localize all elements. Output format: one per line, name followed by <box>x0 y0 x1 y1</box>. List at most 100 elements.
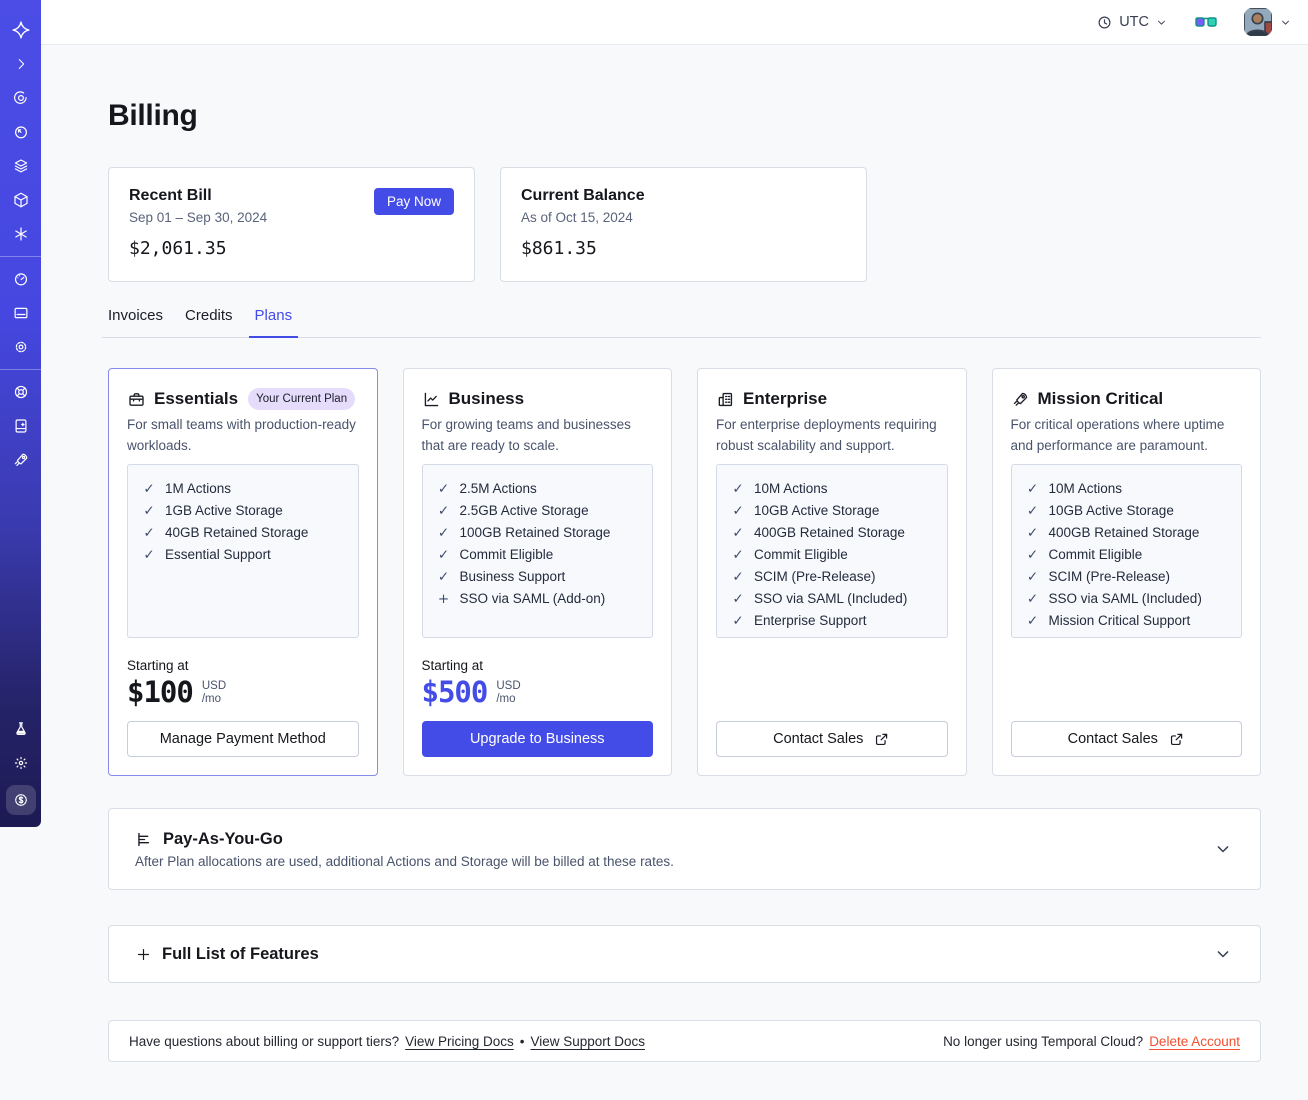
billing-dollar-icon[interactable] <box>5 785 36 815</box>
payg-accordion[interactable]: Pay-As-You-Go After Plan allocations are… <box>108 808 1261 890</box>
full-features-accordion[interactable]: Full List of Features <box>108 925 1261 983</box>
plan-feature: ✓ Essential Support <box>142 544 344 566</box>
plan-feature: ✓ 400GB Retained Storage <box>1026 522 1228 544</box>
manage-payment-button[interactable]: Manage Payment Method <box>127 721 359 757</box>
tab-credits[interactable]: Credits <box>179 307 239 338</box>
topbar: UTC <box>41 0 1308 45</box>
line-chart-icon <box>422 390 441 409</box>
plan-description: For enterprise deployments requiring rob… <box>716 417 937 453</box>
pricing-docs-link[interactable]: View Pricing Docs <box>405 1034 514 1049</box>
expand-chevron-icon[interactable] <box>4 47 38 81</box>
billing-card-icon[interactable] <box>4 296 38 330</box>
footer-delete: No longer using Temporal Cloud? Delete A… <box>943 1034 1240 1049</box>
plan-feature: ✓ 40GB Retained Storage <box>142 522 344 544</box>
current-balance-card: Current Balance As of Oct 15, 2024 $861.… <box>500 167 867 282</box>
nexus-asterisk-icon[interactable] <box>4 217 38 251</box>
layers-icon[interactable] <box>4 149 38 183</box>
plan-feature: ✓ 2.5GB Active Storage <box>437 500 639 522</box>
footer-bar: Have questions about billing or support … <box>108 1020 1261 1062</box>
check-icon: ✓ <box>732 547 744 563</box>
3d-glasses-icon[interactable] <box>1194 15 1218 30</box>
avatar[interactable] <box>1244 8 1272 36</box>
support-lifebuoy-icon[interactable] <box>4 375 38 409</box>
labs-flask-icon[interactable] <box>4 712 38 746</box>
price-unit: USD /mo <box>496 680 520 706</box>
sidebar-divider <box>0 256 41 257</box>
namespaces-icon[interactable] <box>4 81 38 115</box>
check-icon: ✓ <box>1026 613 1039 629</box>
feature-text: 10M Actions <box>754 481 828 496</box>
check-icon: ✓ <box>732 569 744 585</box>
check-icon: ✓ <box>437 525 450 541</box>
chevron-down-icon[interactable] <box>1213 839 1233 859</box>
check-icon: ✓ <box>732 481 744 497</box>
plan-feature: ✓ Mission Critical Support <box>1026 610 1228 632</box>
footer-question: Have questions about billing or support … <box>129 1033 400 1049</box>
schedules-timer-icon[interactable] <box>4 115 38 149</box>
timezone-label: UTC <box>1119 14 1149 30</box>
pay-now-button[interactable]: Pay Now <box>373 188 454 215</box>
feature-text: Enterprise Support <box>754 613 867 628</box>
feature-text: SCIM (Pre-Release) <box>754 569 876 584</box>
plan-feature: ✓ 10M Actions <box>1026 478 1228 500</box>
current-plan-badge: Your Current Plan <box>248 388 356 410</box>
check-icon: ✓ <box>732 613 744 629</box>
temporal-logo-icon[interactable] <box>4 13 38 47</box>
plan-description: For critical operations where uptime and… <box>1010 417 1225 453</box>
usage-gauge-icon[interactable] <box>4 262 38 296</box>
check-icon: ✓ <box>1026 525 1039 541</box>
payg-description: After Plan allocations are used, additio… <box>135 853 674 869</box>
external-link-icon <box>1170 733 1183 745</box>
starting-at-label: Starting at <box>421 658 484 673</box>
bar-chart-icon <box>138 832 150 846</box>
starting-at-label: Starting at <box>127 658 189 673</box>
plan-card-mission-critical: Mission Critical For critical operations… <box>991 368 1261 776</box>
billing-tabs: Invoices Credits Plans <box>102 307 1261 338</box>
plans-row: Essentials Your Current Plan For small t… <box>108 368 1261 776</box>
check-icon: ✓ <box>732 525 744 541</box>
plan-feature: + SSO via SAML (Add-on) <box>437 588 639 610</box>
feature-list: ✓ 10M Actions ✓ 10GB Active Storage ✓ 40… <box>716 464 948 638</box>
brightness-sun-icon[interactable] <box>4 746 38 780</box>
get-started-rocket-icon[interactable] <box>4 443 38 477</box>
feature-text: 1GB Active Storage <box>165 503 283 518</box>
feature-text: 10GB Active Storage <box>754 503 880 518</box>
plan-name: Essentials <box>154 389 239 408</box>
delete-account-link[interactable]: Delete Account <box>1149 1034 1240 1049</box>
contact-sales-button[interactable]: Contact Sales <box>716 721 948 757</box>
plan-description: For growing teams and businesses that ar… <box>421 417 631 453</box>
sidebar <box>0 0 41 827</box>
price-block: Starting at $500 USD /mo <box>421 658 654 709</box>
feature-text: Commit Eligible <box>459 547 554 562</box>
feature-text: 400GB Retained Storage <box>754 525 905 540</box>
check-icon: ✓ <box>1026 569 1039 585</box>
currency-label: USD <box>201 680 227 692</box>
check-icon: ✓ <box>437 481 450 497</box>
contact-sales-button[interactable]: Contact Sales <box>1010 721 1242 757</box>
deployments-cube-icon[interactable] <box>4 183 38 217</box>
page-title: Billing <box>108 99 198 132</box>
settings-gear-icon[interactable] <box>4 330 38 364</box>
timezone-selector[interactable]: UTC <box>1096 14 1168 31</box>
plan-feature: ✓ SSO via SAML (Included) <box>731 588 933 610</box>
account-menu[interactable] <box>1244 8 1292 36</box>
check-icon: ✓ <box>732 591 744 607</box>
feature-text: SCIM (Pre-Release) <box>1048 569 1171 584</box>
feature-list: ✓ 1M Actions ✓ 1GB Active Storage ✓ 40GB… <box>127 464 359 638</box>
plan-feature: ✓ SCIM (Pre-Release) <box>731 566 933 588</box>
plan-feature: ✓ 1GB Active Storage <box>142 500 344 522</box>
docs-book-icon[interactable] <box>4 409 38 443</box>
tab-plans[interactable]: Plans <box>248 307 299 338</box>
upgrade-business-button[interactable]: Upgrade to Business <box>421 721 653 757</box>
plan-feature: ✓ Commit Eligible <box>437 544 639 566</box>
feature-text: 1M Actions <box>165 481 232 496</box>
current-balance-title: Current Balance <box>521 187 645 204</box>
feature-text: SSO via SAML (Included) <box>1048 591 1202 606</box>
plan-feature: ✓ Business Support <box>437 566 639 588</box>
chevron-down-icon[interactable] <box>1213 944 1233 964</box>
tab-invoices[interactable]: Invoices <box>102 307 169 338</box>
buildings-icon <box>716 390 735 409</box>
feature-text: 10GB Active Storage <box>1048 503 1174 518</box>
plan-card-essentials: Essentials Your Current Plan For small t… <box>108 368 378 776</box>
support-docs-link[interactable]: View Support Docs <box>530 1034 645 1049</box>
